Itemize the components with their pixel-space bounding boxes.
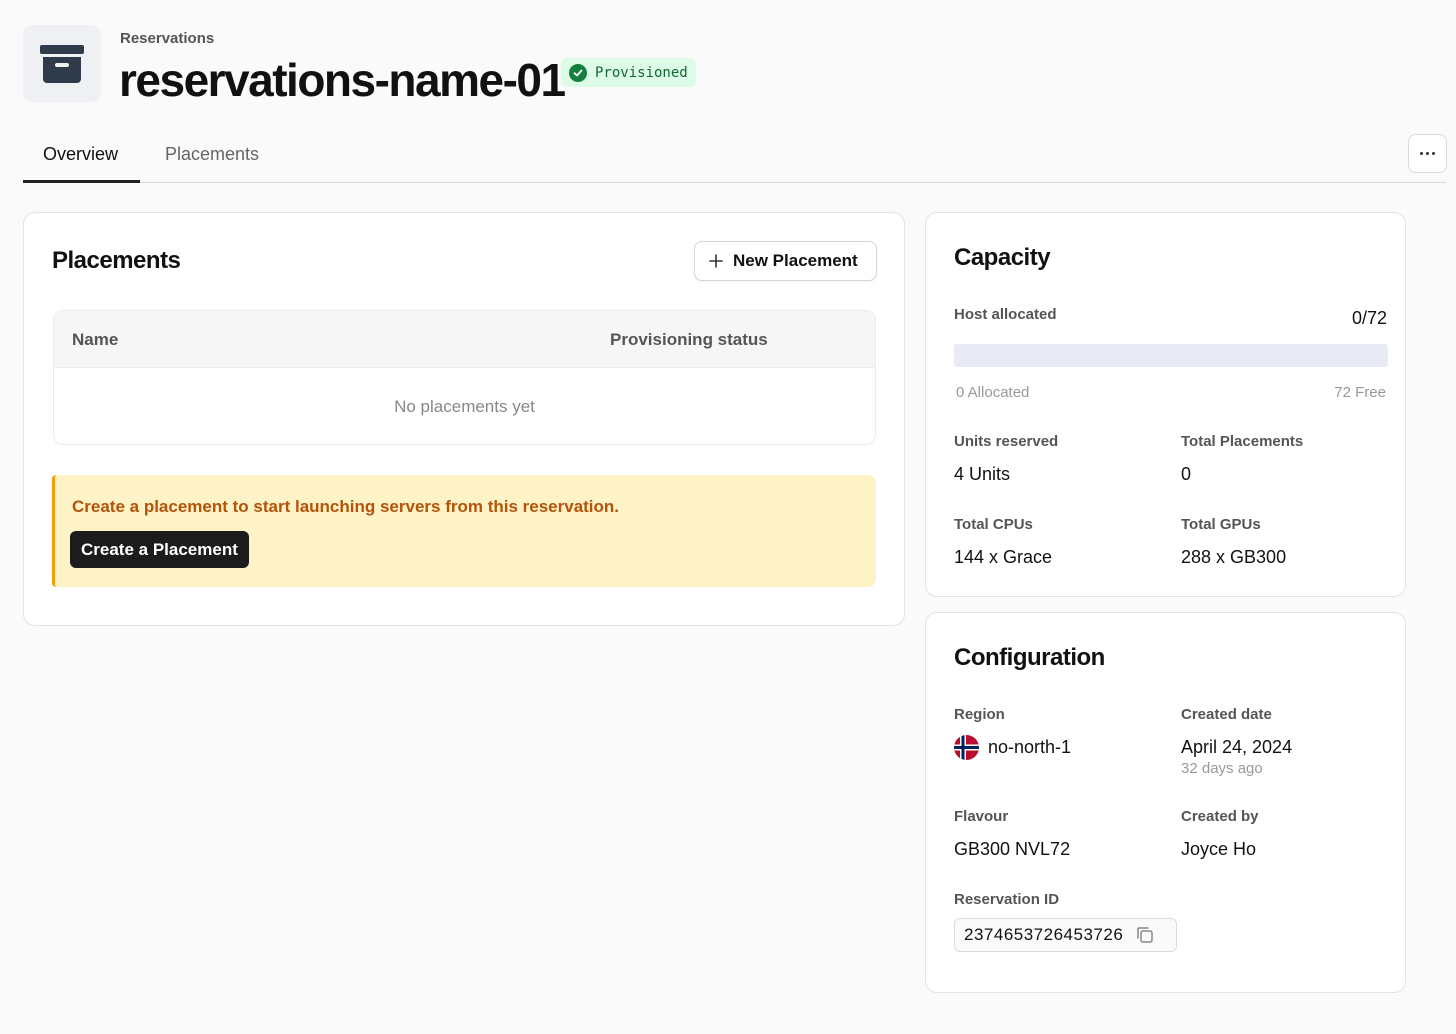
tab-overview[interactable]: Overview	[23, 136, 140, 183]
units-reserved-value: 4 Units	[954, 464, 1011, 484]
table-header: Name Provisioning status	[54, 311, 875, 368]
created-by-value: Joyce Ho	[1181, 839, 1257, 859]
configuration-card: Configuration Region no-north-1 Created …	[925, 612, 1406, 993]
capacity-card-title: Capacity	[954, 244, 1051, 271]
column-header-provisioning-status[interactable]: Provisioning status	[610, 330, 768, 350]
reservation-id-field: 2374653726453726	[954, 918, 1177, 952]
tab-bar: Overview Placements	[23, 136, 1446, 183]
created-relative-time: 32 days ago	[1181, 760, 1263, 777]
created-date-value: April 24, 2024	[1181, 737, 1293, 757]
created-date-label: Created date	[1181, 706, 1272, 723]
host-allocated-value: 0/72	[1351, 308, 1387, 328]
placements-table: Name Provisioning status No placements y…	[53, 310, 876, 445]
total-placements-value: 0	[1181, 464, 1192, 484]
copy-icon[interactable]	[1135, 925, 1155, 945]
free-count: 72 Free	[1334, 384, 1386, 401]
host-allocation-progress-bar	[954, 344, 1388, 367]
new-placement-button[interactable]: New Placement	[694, 241, 877, 281]
check-circle-icon	[569, 63, 587, 82]
reservation-id-label: Reservation ID	[954, 891, 1060, 908]
create-placement-button[interactable]: Create a Placement	[70, 531, 249, 568]
placements-card: Placements New Placement Name Provisioni…	[23, 212, 905, 626]
archive-box-icon	[23, 25, 101, 102]
created-by-label: Created by	[1181, 808, 1259, 825]
total-cpus-label: Total CPUs	[954, 516, 1033, 533]
more-options-button[interactable]	[1408, 134, 1447, 173]
tab-placements[interactable]: Placements	[165, 136, 259, 183]
flavour-value: GB300 NVL72	[954, 839, 1071, 859]
ellipsis-dot	[1426, 152, 1429, 155]
total-gpus-label: Total GPUs	[1181, 516, 1261, 533]
reservation-id-value: 2374653726453726	[964, 925, 1124, 944]
configuration-card-title: Configuration	[954, 644, 1105, 671]
new-placement-label: New Placement	[733, 251, 858, 270]
status-badge-label: Provisioned	[595, 64, 688, 81]
ellipsis-dot	[1432, 152, 1435, 155]
total-gpus-value: 288 x GB300	[1181, 547, 1287, 567]
allocated-count: 0 Allocated	[956, 384, 1030, 401]
norway-flag-icon	[954, 735, 979, 760]
ellipsis-icon	[1420, 152, 1423, 155]
region-label: Region	[954, 706, 1005, 723]
region-value: no-north-1	[988, 737, 1072, 757]
flavour-label: Flavour	[954, 808, 1009, 825]
status-badge: Provisioned	[561, 58, 696, 87]
info-callout: Create a placement to start launching se…	[52, 475, 876, 587]
plus-icon	[709, 254, 723, 268]
placements-card-title: Placements	[52, 247, 181, 274]
column-header-name[interactable]: Name	[72, 330, 118, 350]
units-reserved-label: Units reserved	[954, 433, 1059, 450]
total-cpus-value: 144 x Grace	[954, 547, 1053, 567]
callout-message: Create a placement to start launching se…	[72, 497, 620, 516]
host-allocated-label: Host allocated	[954, 306, 1057, 323]
empty-state-text: No placements yet	[394, 397, 535, 416]
capacity-card: Capacity Host allocated 0/72 0 Allocated…	[925, 212, 1406, 597]
breadcrumb[interactable]: Reservations	[120, 30, 214, 47]
total-placements-label: Total Placements	[1181, 433, 1304, 450]
page-title: reservations-name-01	[119, 54, 566, 106]
